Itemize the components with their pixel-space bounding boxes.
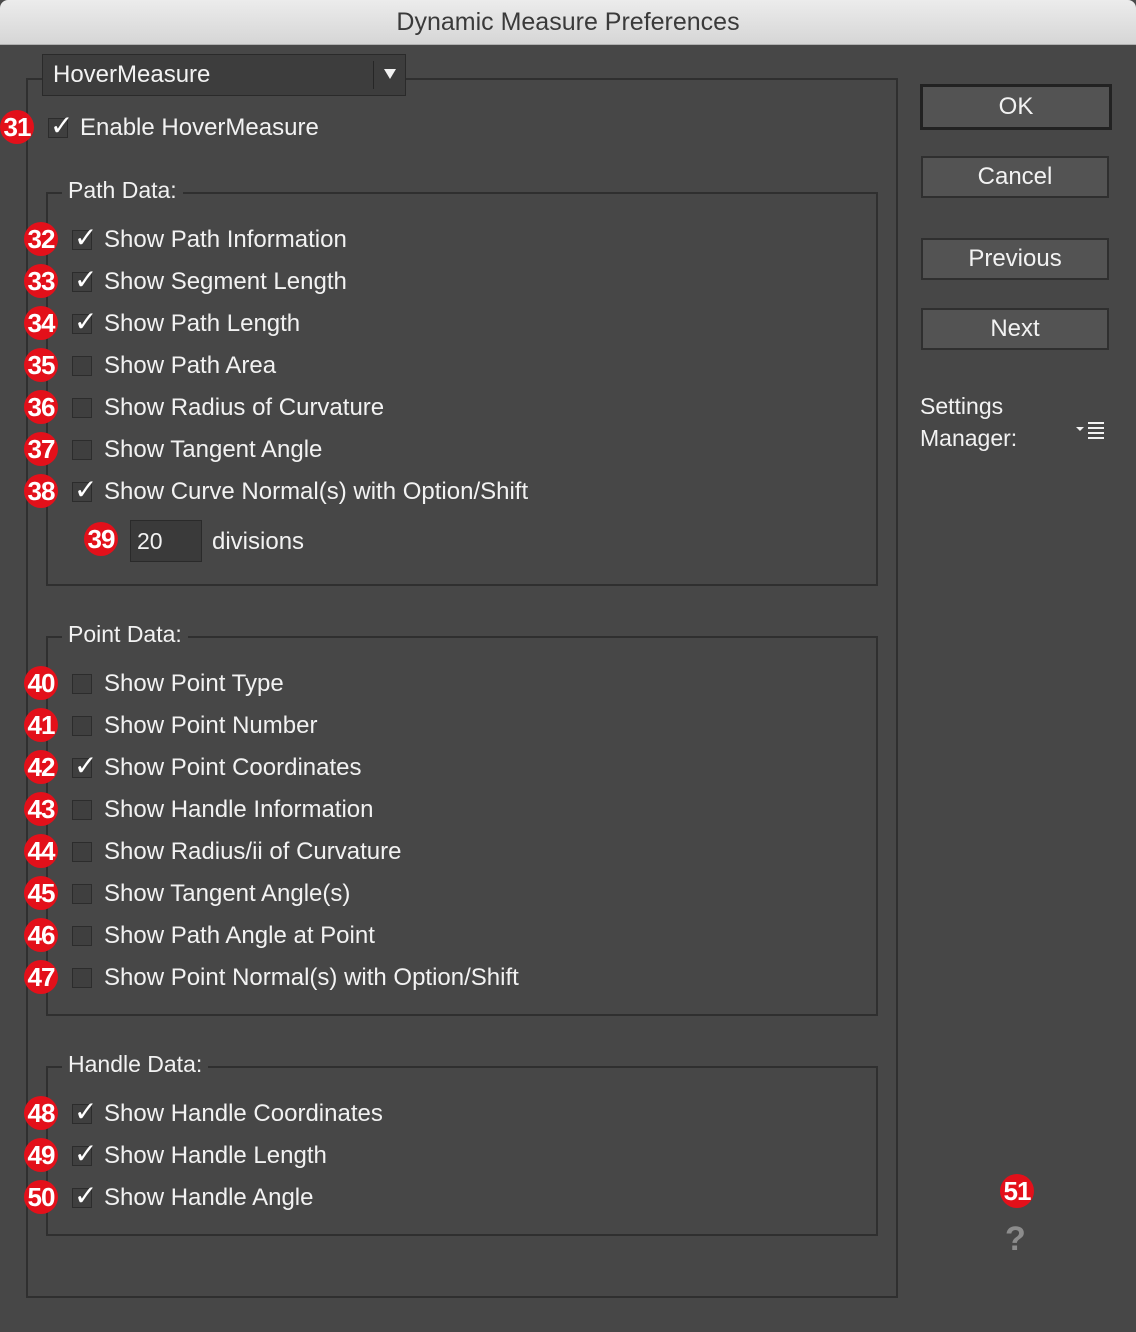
- point-data-option-checkbox[interactable]: [72, 674, 92, 694]
- point-data-option-label: Show Radius/ii of Curvature: [104, 838, 402, 865]
- callout-badge: 35: [24, 348, 58, 382]
- point-data-option-checkbox[interactable]: [72, 800, 92, 820]
- next-button[interactable]: Next: [921, 308, 1109, 350]
- point-data-option-row[interactable]: Show Point Coordinates: [72, 749, 852, 789]
- handle-data-option-checkbox[interactable]: [72, 1137, 97, 1170]
- callout-badge: 34: [24, 306, 58, 340]
- point-data-option-row[interactable]: Show Point Type: [72, 669, 852, 705]
- point-data-option-label: Show Point Type: [104, 670, 284, 697]
- path-data-option-row[interactable]: Show Path Length: [72, 305, 852, 345]
- callout-badge: 51: [1000, 1174, 1034, 1208]
- callout-badge: 38: [24, 474, 58, 508]
- path-data-option-checkbox[interactable]: [72, 356, 92, 376]
- callout-badge: 47: [24, 960, 58, 994]
- path-data-option-checkbox[interactable]: [72, 440, 92, 460]
- point-data-option-label: Show Point Coordinates: [104, 754, 362, 781]
- callout-badge: 45: [24, 876, 58, 910]
- path-data-option-label: Show Path Area: [104, 352, 277, 379]
- settings-manager-line1: Settings: [920, 393, 1004, 419]
- enable-hovermeasure-row[interactable]: Enable HoverMeasure: [48, 109, 408, 149]
- point-data-option-checkbox[interactable]: [72, 926, 92, 946]
- panel-select-value: HoverMeasure: [53, 61, 211, 88]
- handle-data-option-label: Show Handle Angle: [104, 1184, 314, 1211]
- callout-badge: 48: [24, 1096, 58, 1130]
- callout-badge: 39: [84, 522, 118, 556]
- point-data-option-label: Show Tangent Angle(s): [104, 880, 351, 907]
- path-data-option-checkbox[interactable]: [72, 263, 97, 296]
- point-data-option-row[interactable]: Show Point Normal(s) with Option/Shift: [72, 963, 852, 999]
- point-data-option-row[interactable]: Show Radius/ii of Curvature: [72, 837, 852, 873]
- point-data-option-row[interactable]: Show Path Angle at Point: [72, 921, 852, 957]
- panel-select[interactable]: HoverMeasure: [42, 54, 406, 96]
- handle-data-title: Handle Data:: [62, 1049, 209, 1079]
- callout-badge: 44: [24, 834, 58, 868]
- path-data-option-label: Show Path Length: [104, 310, 301, 337]
- path-data-option-checkbox[interactable]: [72, 221, 97, 254]
- settings-manager-line2: Manager:: [920, 425, 1018, 451]
- callout-badge: 50: [24, 1180, 58, 1214]
- path-data-option-checkbox[interactable]: [72, 305, 97, 338]
- previous-button[interactable]: Previous: [921, 238, 1109, 280]
- handle-data-option-row[interactable]: Show Handle Coordinates: [72, 1095, 852, 1135]
- divisions-input[interactable]: 20: [130, 520, 202, 562]
- divisions-label: divisions: [212, 528, 305, 555]
- enable-hovermeasure-label: Enable HoverMeasure: [80, 114, 319, 141]
- point-data-option-label: Show Point Normal(s) with Option/Shift: [104, 964, 519, 991]
- help-icon[interactable]: ?: [1005, 1220, 1026, 1259]
- callout-badge: 46: [24, 918, 58, 952]
- path-data-option-row[interactable]: Show Path Area: [72, 351, 852, 387]
- path-data-option-label: Show Curve Normal(s) with Option/Shift: [104, 478, 529, 505]
- point-data-option-checkbox[interactable]: [72, 884, 92, 904]
- point-data-option-label: Show Path Angle at Point: [104, 922, 375, 949]
- handle-data-option-row[interactable]: Show Handle Angle: [72, 1179, 852, 1219]
- ok-button[interactable]: OK: [920, 84, 1112, 130]
- handle-data-option-label: Show Handle Length: [104, 1142, 327, 1169]
- callout-badge: 49: [24, 1138, 58, 1172]
- callout-badge: 31: [0, 110, 34, 144]
- handle-data-option-checkbox[interactable]: [72, 1095, 97, 1128]
- callout-badge: 43: [24, 792, 58, 826]
- callout-badge: 40: [24, 666, 58, 700]
- point-data-option-checkbox[interactable]: [72, 749, 97, 782]
- callout-badge: 37: [24, 432, 58, 466]
- handle-data-option-checkbox[interactable]: [72, 1179, 97, 1212]
- window-title: Dynamic Measure Preferences: [396, 8, 740, 36]
- point-data-option-row[interactable]: Show Tangent Angle(s): [72, 879, 852, 915]
- cancel-button[interactable]: Cancel: [921, 156, 1109, 198]
- point-data-option-checkbox[interactable]: [72, 968, 92, 988]
- callout-badge: 32: [24, 222, 58, 256]
- callout-badge: 36: [24, 390, 58, 424]
- path-data-option-row[interactable]: Show Tangent Angle: [72, 435, 852, 471]
- callout-badge: 42: [24, 750, 58, 784]
- handle-data-option-row[interactable]: Show Handle Length: [72, 1137, 852, 1177]
- path-data-option-row[interactable]: Show Path Information: [72, 221, 852, 261]
- path-data-option-row[interactable]: Show Segment Length: [72, 263, 852, 303]
- point-data-option-row[interactable]: Show Point Number: [72, 711, 852, 747]
- point-data-option-label: Show Point Number: [104, 712, 318, 739]
- point-data-option-checkbox[interactable]: [72, 842, 92, 862]
- path-data-option-checkbox[interactable]: [72, 473, 97, 506]
- point-data-option-label: Show Handle Information: [104, 796, 374, 823]
- path-data-option-checkbox[interactable]: [72, 398, 92, 418]
- enable-hovermeasure-checkbox[interactable]: [48, 109, 73, 142]
- path-data-option-row[interactable]: Show Curve Normal(s) with Option/Shift: [72, 473, 852, 513]
- chevron-down-icon[interactable]: [384, 69, 396, 79]
- handle-data-option-label: Show Handle Coordinates: [104, 1100, 383, 1127]
- point-data-title: Point Data:: [62, 619, 188, 649]
- callout-badge: 41: [24, 708, 58, 742]
- menu-list-icon[interactable]: [1074, 420, 1106, 440]
- point-data-option-row[interactable]: Show Handle Information: [72, 795, 852, 831]
- path-data-option-label: Show Path Information: [104, 226, 347, 253]
- dropdown-separator: [373, 61, 374, 89]
- path-data-option-row[interactable]: Show Radius of Curvature: [72, 393, 852, 429]
- path-data-option-label: Show Radius of Curvature: [104, 394, 385, 421]
- title-bar: Dynamic Measure Preferences: [0, 0, 1136, 45]
- callout-badge: 33: [24, 264, 58, 298]
- settings-manager-label: Settings Manager:: [920, 390, 1017, 454]
- point-data-option-checkbox[interactable]: [72, 716, 92, 736]
- path-data-option-label: Show Segment Length: [104, 268, 347, 295]
- path-data-title: Path Data:: [62, 175, 183, 205]
- path-data-option-label: Show Tangent Angle: [104, 436, 323, 463]
